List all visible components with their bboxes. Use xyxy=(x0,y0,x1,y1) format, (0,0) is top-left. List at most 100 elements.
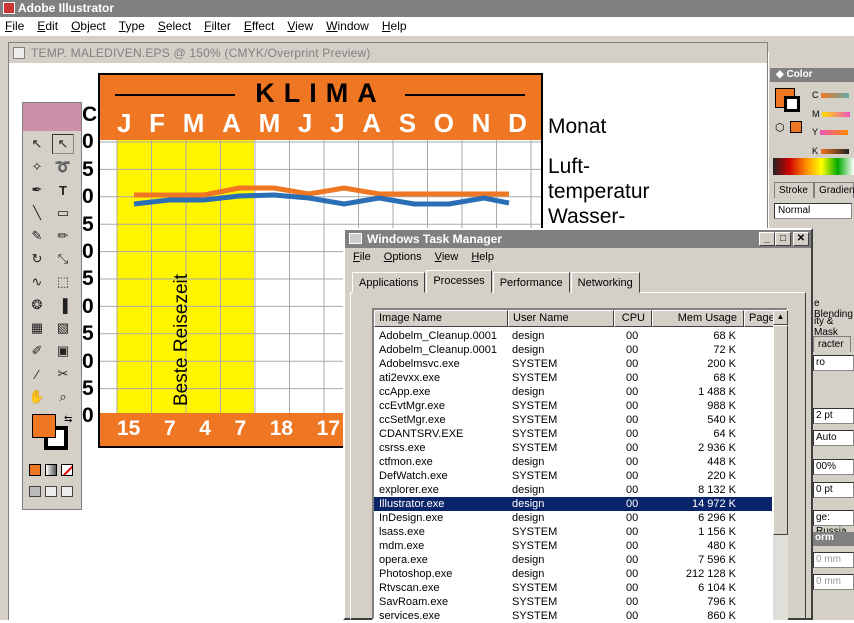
gradient-tab[interactable]: Gradien xyxy=(814,182,854,198)
slider-y[interactable]: Y xyxy=(812,123,854,142)
rotate-tool-icon[interactable]: ↻ xyxy=(26,249,48,269)
color-spectrum[interactable] xyxy=(773,158,854,175)
scroll-thumb[interactable] xyxy=(773,325,788,535)
process-row[interactable]: explorer.exe design 00 8 132 K xyxy=(374,483,772,497)
slider-m[interactable]: M xyxy=(812,105,854,124)
menu-object[interactable]: Object xyxy=(71,17,106,36)
menu-select[interactable]: Select xyxy=(158,17,191,36)
mesh-tool-icon[interactable]: ▦ xyxy=(26,318,48,338)
process-row[interactable]: Photoshop.exe design 00 212 128 K xyxy=(374,567,772,581)
language-field[interactable]: ge: Russia xyxy=(813,510,854,537)
tab-processes[interactable]: Processes xyxy=(426,270,492,293)
free-transform-icon[interactable]: ⬚ xyxy=(52,272,74,292)
none-mode-icon[interactable] xyxy=(61,464,73,476)
lasso-icon[interactable]: ➰ xyxy=(52,157,74,177)
font-size-field[interactable]: 2 pt xyxy=(813,408,854,424)
gradient-mode-icon[interactable] xyxy=(45,464,57,476)
graph-tool-icon[interactable]: ▐ xyxy=(52,295,74,315)
process-row[interactable]: ctfmon.exe design 00 448 K xyxy=(374,455,772,469)
leading-field[interactable]: Auto xyxy=(813,430,854,446)
pen-tool-icon[interactable]: ✒ xyxy=(26,180,48,200)
process-row[interactable]: ati2evxx.exe SYSTEM 00 68 K xyxy=(374,371,772,385)
y-field[interactable]: 0 mm xyxy=(813,574,854,590)
process-row[interactable]: DefWatch.exe SYSTEM 00 220 K xyxy=(374,469,772,483)
x-field[interactable]: 0 mm xyxy=(813,552,854,568)
rectangle-tool-icon[interactable]: ▭ xyxy=(52,203,74,223)
tm-menu-options[interactable]: Options xyxy=(384,248,422,266)
blend-mode-select[interactable]: Normal xyxy=(774,203,852,219)
selection-tool-icon[interactable]: ↖ xyxy=(26,134,48,154)
process-row[interactable]: Adobelmsvc.exe SYSTEM 00 200 K xyxy=(374,357,772,371)
process-row[interactable]: Adobelm_Cleanup.0001 design 00 72 K xyxy=(374,343,772,357)
type-tool-icon[interactable]: T xyxy=(52,180,74,200)
process-row[interactable]: services.exe SYSTEM 00 860 K xyxy=(374,609,772,623)
full-screen-menu-icon[interactable] xyxy=(45,486,57,497)
transform-tab[interactable]: orm xyxy=(813,532,854,546)
scissors-icon[interactable]: ✂ xyxy=(52,364,74,384)
process-row[interactable]: ccApp.exe design 00 1 488 K xyxy=(374,385,772,399)
symbol-sprayer-icon[interactable]: ❂ xyxy=(26,295,48,315)
fill-swatch[interactable] xyxy=(32,414,56,438)
process-row[interactable]: SavRoam.exe SYSTEM 00 796 K xyxy=(374,595,772,609)
menu-type[interactable]: Type xyxy=(119,17,145,36)
process-row[interactable]: csrss.exe SYSTEM 00 2 936 K xyxy=(374,441,772,455)
color-tab[interactable]: ◆ Color xyxy=(776,69,813,80)
col-image-name[interactable]: Image Name xyxy=(374,310,508,327)
process-row[interactable]: opera.exe design 00 7 596 K xyxy=(374,553,772,567)
process-row[interactable]: Illustrator.exe design 00 14 972 K xyxy=(374,497,772,511)
web-safe-swatch[interactable] xyxy=(790,121,802,133)
process-row[interactable]: Rtvscan.exe SYSTEM 00 6 104 K xyxy=(374,581,772,595)
menu-view[interactable]: View xyxy=(287,17,313,36)
line-tool-icon[interactable]: ╲ xyxy=(26,203,48,223)
baseline-field[interactable]: 0 pt xyxy=(813,482,854,498)
tab-applications[interactable]: Applications xyxy=(352,272,426,293)
close-button[interactable]: ✕ xyxy=(793,232,809,246)
pencil-icon[interactable]: ✏ xyxy=(52,226,74,246)
swap-colors-icon[interactable]: ⇆ xyxy=(64,414,72,425)
process-row[interactable]: ccEvtMgr.exe SYSTEM 00 988 K xyxy=(374,399,772,413)
minimize-button[interactable]: _ xyxy=(759,232,775,246)
slice-tool-icon[interactable]: ∕ xyxy=(26,364,48,384)
menu-effect[interactable]: Effect xyxy=(244,17,274,36)
document-titlebar[interactable]: TEMP. MALEDIVEN.EPS @ 150% (CMYK/Overpri… xyxy=(9,43,767,63)
color-mode-icon[interactable] xyxy=(29,464,41,476)
direct-selection-tool-icon[interactable]: ↖ xyxy=(52,134,74,154)
process-row[interactable]: Adobelm_Cleanup.0001 design 00 68 K xyxy=(374,329,772,343)
zoom-tool-icon[interactable]: ⌕ xyxy=(52,387,74,407)
menu-file[interactable]: File xyxy=(5,17,24,36)
font-field[interactable]: ro xyxy=(813,355,854,371)
blend-tool-icon[interactable]: ▣ xyxy=(52,341,74,361)
maximize-button[interactable]: □ xyxy=(775,232,791,246)
hand-tool-icon[interactable]: ✋ xyxy=(26,387,48,407)
col-mem-usage[interactable]: Mem Usage xyxy=(652,310,744,327)
standard-screen-icon[interactable] xyxy=(29,486,41,497)
col-user-name[interactable]: User Name xyxy=(508,310,614,327)
tab-performance[interactable]: Performance xyxy=(492,272,570,293)
process-row[interactable]: InDesign.exe design 00 6 296 K xyxy=(374,511,772,525)
menu-window[interactable]: Window xyxy=(326,17,369,36)
gradient-tool-icon[interactable]: ▧ xyxy=(52,318,74,338)
scale-tool-icon[interactable]: ⤡ xyxy=(52,249,74,269)
process-row[interactable]: CDANTSRV.EXE SYSTEM 00 64 K xyxy=(374,427,772,441)
process-row[interactable]: ccSetMgr.exe SYSTEM 00 540 K xyxy=(374,413,772,427)
menu-filter[interactable]: Filter xyxy=(204,17,231,36)
character-tab[interactable]: racter xyxy=(813,336,851,352)
col-page[interactable]: Page xyxy=(744,310,775,327)
process-row[interactable]: lsass.exe SYSTEM 00 1 156 K xyxy=(374,525,772,539)
stroke-tab[interactable]: Stroke xyxy=(774,182,814,198)
scroll-up-button[interactable]: ▲ xyxy=(773,310,788,325)
magic-wand-icon[interactable]: ✧ xyxy=(26,157,48,177)
warp-tool-icon[interactable]: ∿ xyxy=(26,272,48,292)
panel-stroke-swatch[interactable] xyxy=(784,96,800,112)
tm-menu-file[interactable]: File xyxy=(353,248,371,266)
eyedropper-icon[interactable]: ✐ xyxy=(26,341,48,361)
col-cpu[interactable]: CPU xyxy=(614,310,652,327)
paintbrush-icon[interactable]: ✎ xyxy=(26,226,48,246)
scale-field[interactable]: 00% xyxy=(813,459,854,475)
tm-menu-view[interactable]: View xyxy=(435,248,459,266)
task-manager-titlebar[interactable]: Windows Task Manager xyxy=(345,230,811,248)
slider-c[interactable]: C xyxy=(812,86,854,105)
menu-help[interactable]: Help xyxy=(382,17,407,36)
tm-menu-help[interactable]: Help xyxy=(471,248,494,266)
menu-edit[interactable]: Edit xyxy=(37,17,58,36)
